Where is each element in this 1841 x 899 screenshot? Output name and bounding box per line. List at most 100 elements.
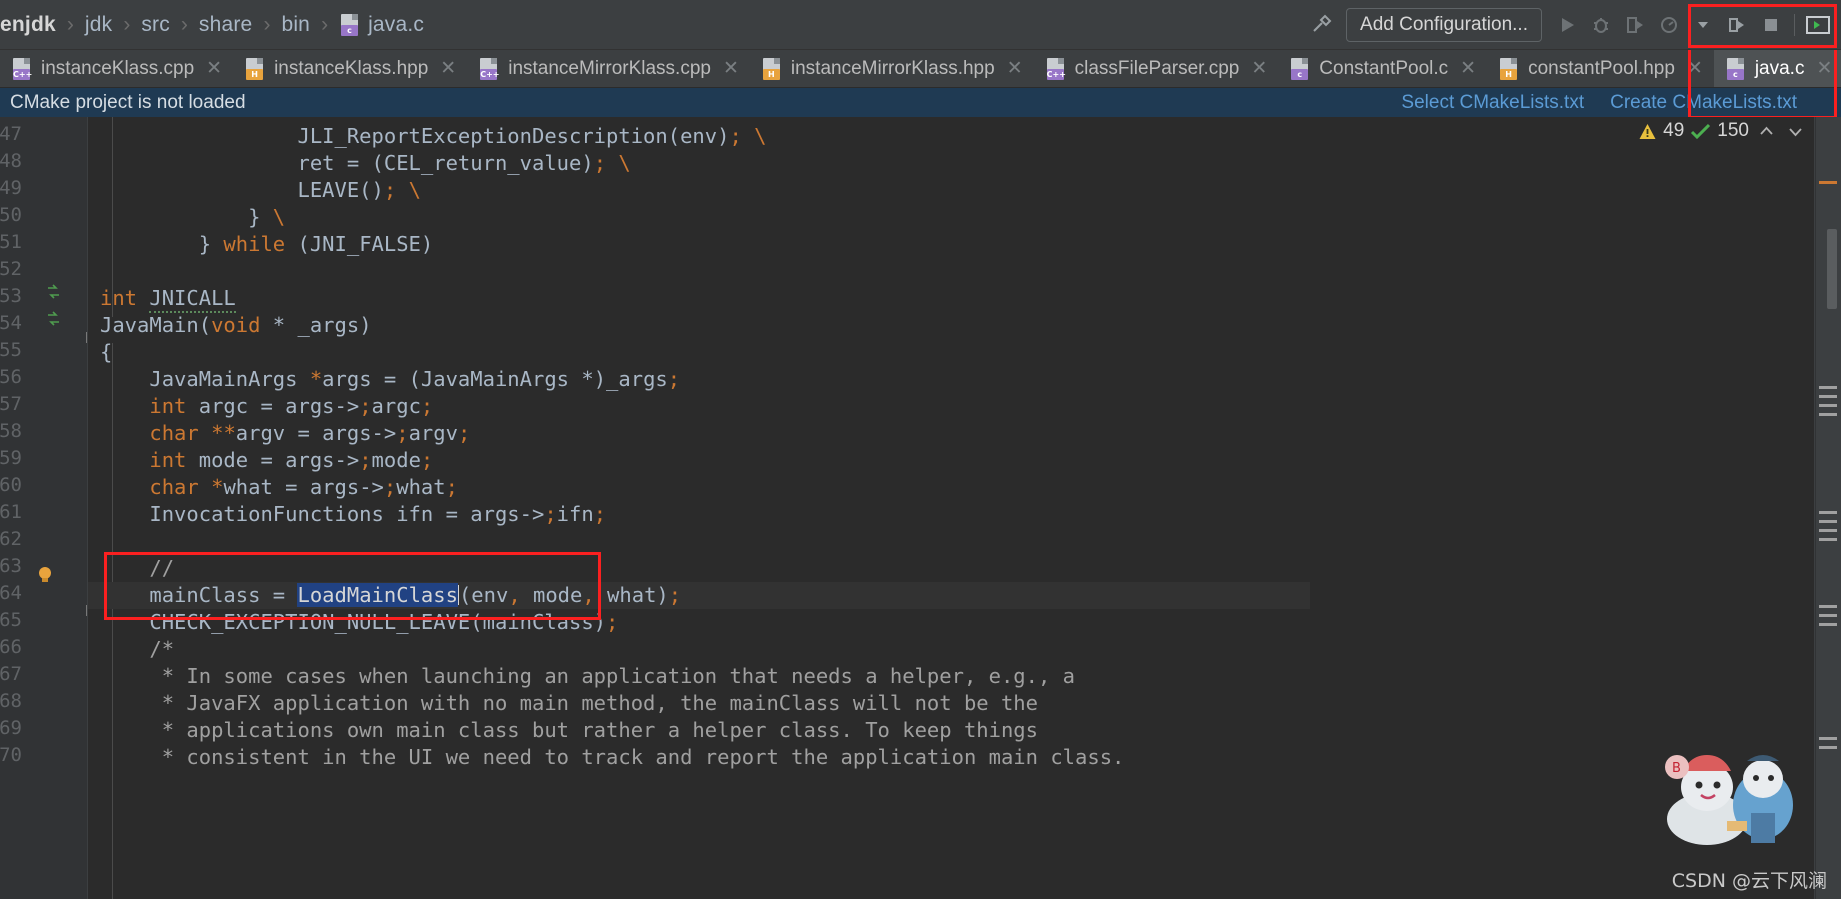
close-icon[interactable]: ✕ <box>440 57 456 80</box>
error-stripe-marker[interactable] <box>1819 395 1837 398</box>
error-stripe-marker[interactable] <box>1819 529 1837 532</box>
error-stripe-marker[interactable] <box>1819 538 1837 541</box>
code-line[interactable]: int JNICALL <box>88 285 236 313</box>
cpp-file-icon: C++ <box>478 57 500 80</box>
code-line[interactable]: * applications own main class but rather… <box>88 717 1038 744</box>
close-icon[interactable]: ✕ <box>1460 57 1476 80</box>
code-line[interactable]: ret = (CEL_return_value); \ <box>88 150 630 177</box>
editor-tab-instancemirrorklass-hpp[interactable]: H instanceMirrorKlass.hpp ✕ <box>750 50 1034 87</box>
error-stripe-marker[interactable] <box>1819 511 1837 514</box>
breadcrumb-item-2[interactable]: src <box>137 13 174 37</box>
run-icon[interactable] <box>1550 8 1584 42</box>
code-text-area[interactable]: JLI_ReportExceptionDescription(env); \ r… <box>88 117 1841 899</box>
error-stripe-marker[interactable] <box>1819 737 1837 740</box>
editor-gutter[interactable]: 347 348 349 350 351 352 353 354 355 356 357 358 359 3… <box>0 117 97 899</box>
error-stripe-marker[interactable] <box>1819 413 1837 416</box>
line-number: 367 <box>0 663 22 685</box>
close-icon[interactable]: ✕ <box>723 57 739 80</box>
code-editor[interactable]: 347 348 349 350 351 352 353 354 355 356 357 358 359 3… <box>0 117 1841 899</box>
editor-tab-instanceklass-hpp[interactable]: H instanceKlass.hpp ✕ <box>233 50 467 87</box>
code-line[interactable]: JavaMainArgs *args = (JavaMainArgs *)_ar… <box>88 366 680 393</box>
line-number: 358 <box>0 420 22 442</box>
code-line[interactable]: InvocationFunctions ifn = args->;ifn; <box>88 501 606 528</box>
code-line[interactable]: JLI_ReportExceptionDescription(env); \ <box>88 123 766 150</box>
breadcrumb-item-file[interactable]: c java.c <box>335 13 428 37</box>
hammer-icon[interactable] <box>1304 8 1338 42</box>
close-icon[interactable]: ✕ <box>1251 57 1267 80</box>
line-number: 349 <box>0 177 22 199</box>
warning-triangle-icon <box>1638 122 1657 141</box>
code-line[interactable]: char *what = args->;what; <box>88 474 458 501</box>
code-line[interactable]: int mode = args->;mode; <box>88 447 433 474</box>
error-stripe-marker[interactable] <box>1819 605 1837 608</box>
editor-tab-classfileparser-cpp[interactable]: C++ classFileParser.cpp ✕ <box>1034 50 1279 87</box>
c-file-icon: c <box>1289 57 1311 80</box>
code-line[interactable] <box>88 528 112 555</box>
code-line[interactable] <box>88 258 112 285</box>
error-stripe-marker[interactable] <box>1819 520 1837 523</box>
select-cmakelists-link[interactable]: Select CMakeLists.txt <box>1401 92 1584 114</box>
line-number: 350 <box>0 204 22 226</box>
line-number: 361 <box>0 501 22 523</box>
code-line[interactable]: JavaMain(void * _args) <box>88 312 372 339</box>
overriding-method-icon[interactable] <box>46 284 61 299</box>
code-line[interactable]: } \ <box>88 204 285 231</box>
add-configuration-button[interactable]: Add Configuration... <box>1346 7 1542 42</box>
chevron-down-icon[interactable] <box>1686 8 1720 42</box>
profile-icon[interactable] <box>1652 8 1686 42</box>
breadcrumb-item-4[interactable]: bin <box>277 13 314 37</box>
error-stripe-marker[interactable] <box>1819 746 1837 749</box>
ide-window: enjdk › jdk › src › share › bin › c java… <box>0 0 1841 899</box>
code-line[interactable]: CHECK_EXCEPTION_NULL_LEAVE(mainClass); <box>88 609 618 636</box>
error-stripe-marker[interactable] <box>1819 623 1837 626</box>
error-stripe-marker[interactable] <box>1819 614 1837 617</box>
editor-tab-instancemirrorklass-cpp[interactable]: C++ instanceMirrorKlass.cpp ✕ <box>467 50 750 87</box>
editor-tab-instanceklass-cpp[interactable]: C++ instanceKlass.cpp ✕ <box>0 50 233 87</box>
close-icon[interactable]: ✕ <box>1007 57 1023 80</box>
chevron-up-icon[interactable] <box>1755 123 1778 140</box>
code-line[interactable]: LEAVE(); \ <box>88 177 420 204</box>
run-with-coverage-icon[interactable] <box>1618 8 1652 42</box>
error-stripe-marker[interactable] <box>1819 181 1837 184</box>
code-line[interactable]: int argc = args->;argc; <box>88 393 433 420</box>
editor-tab-constantpool-hpp[interactable]: H constantPool.hpp ✕ <box>1487 50 1714 87</box>
inspection-widget[interactable]: 49 150 <box>1638 120 1807 142</box>
attach-debugger-icon[interactable] <box>1720 8 1754 42</box>
code-line[interactable]: * JavaFX application with no main method… <box>88 690 1038 717</box>
watermark-text: CSDN @云下风澜 <box>1671 870 1827 892</box>
intention-bulb-icon[interactable] <box>36 565 54 585</box>
green-check-icon <box>1690 122 1711 141</box>
editor-tab-java-c[interactable]: c java.c ✕ <box>1713 50 1841 87</box>
overriding-method-icon[interactable] <box>46 311 61 326</box>
stop-icon[interactable] <box>1754 8 1788 42</box>
breadcrumb-item-3[interactable]: share <box>195 13 257 37</box>
code-line[interactable]: // <box>88 555 174 582</box>
warning-count: 49 <box>1663 120 1685 141</box>
editor-tab-label: instanceMirrorKlass.cpp <box>508 57 711 79</box>
breadcrumb-item-1[interactable]: jdk <box>81 13 116 37</box>
error-stripe-marker[interactable] <box>1819 386 1837 389</box>
line-number: 363 <box>0 555 22 577</box>
code-line[interactable]: char **argv = args->;argv; <box>88 420 470 447</box>
breadcrumb-item-0[interactable]: enjdk <box>0 13 60 37</box>
chevron-down-icon[interactable] <box>1784 123 1807 140</box>
code-line[interactable]: * consistent in the UI we need to track … <box>88 744 1125 771</box>
create-cmakelists-link[interactable]: Create CMakeLists.txt <box>1610 92 1797 114</box>
editor-scrollbar[interactable] <box>1815 117 1841 899</box>
error-stripe-marker[interactable] <box>1819 404 1837 407</box>
code-line[interactable]: { <box>88 339 112 366</box>
line-number: 359 <box>0 447 22 469</box>
scrollbar-thumb[interactable] <box>1827 229 1837 309</box>
close-icon[interactable]: ✕ <box>206 57 222 80</box>
close-icon[interactable]: ✕ <box>1687 57 1703 80</box>
code-line[interactable]: /* <box>88 636 174 663</box>
editor-tab-constantpool-c[interactable]: c ConstantPool.c ✕ <box>1278 50 1487 87</box>
line-number: 355 <box>0 339 22 361</box>
console-icon[interactable] <box>1801 8 1835 42</box>
close-icon[interactable]: ✕ <box>1816 57 1832 80</box>
debug-icon[interactable] <box>1584 8 1618 42</box>
code-line[interactable]: mainClass = LoadMainClass(env, mode, wha… <box>88 582 1310 609</box>
code-line[interactable]: * In some cases when launching an applic… <box>88 663 1075 690</box>
h-file-icon: H <box>244 57 266 80</box>
code-line[interactable]: } while (JNI_FALSE) <box>88 231 434 258</box>
